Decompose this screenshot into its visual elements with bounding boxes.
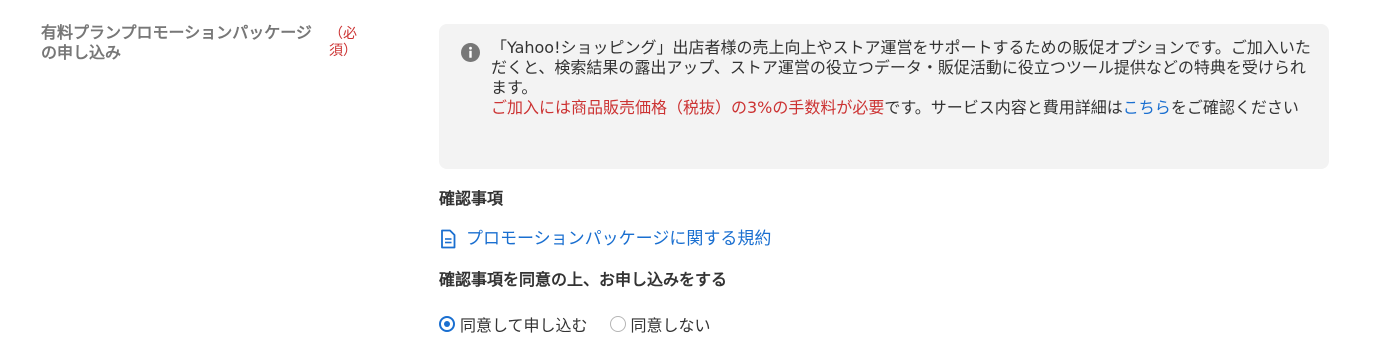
fee-suffix: です。サービス内容と費用詳細は <box>884 98 1123 117</box>
notice-description: 「Yahoo!ショッピング」出店者様の売上向上やストア運営をサポートするための販… <box>491 38 1311 97</box>
terms-link[interactable]: プロモーションパッケージに関する規約 <box>439 229 771 249</box>
fee-highlight: ご加入には商品販売価格（税抜）の3%の手数料が必要 <box>491 98 885 117</box>
agreement-radio-group: 同意して申し込む 同意しない <box>439 312 733 336</box>
document-icon <box>439 229 457 249</box>
terms-link-label[interactable]: プロモーションパッケージに関する規約 <box>466 229 771 249</box>
field-label: 有料プランプロモーションパッケージの申し込み <box>41 23 312 62</box>
notice-box: 「Yahoo!ショッピング」出店者様の売上向上やストア運営をサポートするための販… <box>439 24 1329 169</box>
info-icon <box>461 43 480 62</box>
required-badge: （必須） <box>329 26 357 59</box>
radio-disagree[interactable]: 同意しない <box>609 312 711 336</box>
agreement-heading: 確認事項を同意の上、お申し込みをする <box>439 270 728 289</box>
details-link[interactable]: こちら <box>1123 98 1171 117</box>
radio-disagree-button[interactable] <box>609 316 626 332</box>
fee-end: をご確認ください <box>1170 98 1299 117</box>
notice-text: 「Yahoo!ショッピング」出店者様の売上向上やストア運営をサポートするための販… <box>491 38 1313 118</box>
radio-agree-button[interactable] <box>439 316 455 332</box>
radio-agree[interactable]: 同意して申し込む <box>439 312 588 336</box>
radio-disagree-label[interactable]: 同意しない <box>631 312 711 336</box>
confirm-heading: 確認事項 <box>439 189 504 208</box>
radio-agree-label[interactable]: 同意して申し込む <box>460 312 588 336</box>
